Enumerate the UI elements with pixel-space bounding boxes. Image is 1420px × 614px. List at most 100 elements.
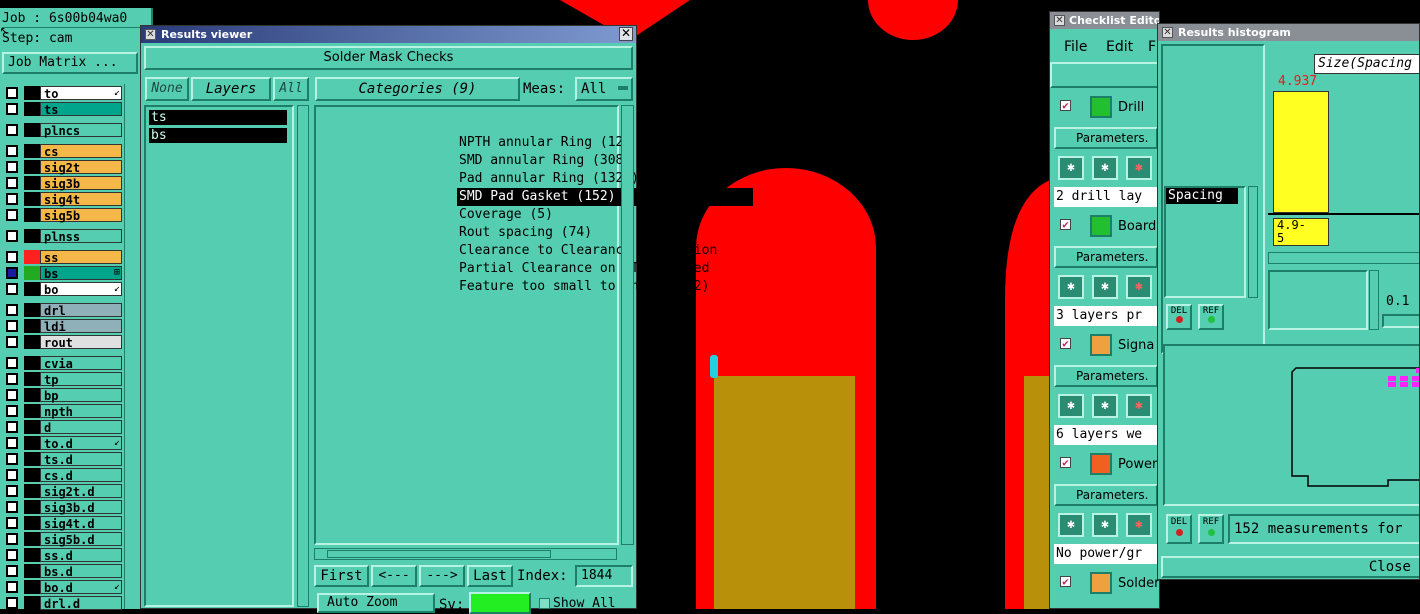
layer-color-swatch[interactable]: [24, 86, 40, 100]
layer-checkbox[interactable]: [6, 453, 18, 465]
layer-row-cs[interactable]: cs: [4, 144, 122, 159]
layer-color-swatch[interactable]: [24, 176, 40, 190]
layer-row-bs-d[interactable]: bs.d: [4, 564, 122, 579]
layer-color-swatch[interactable]: [24, 372, 40, 386]
layer-color-swatch[interactable]: [24, 468, 40, 482]
layer-row-sig2t[interactable]: sig2t: [4, 160, 122, 175]
layer-name[interactable]: sig2t: [40, 160, 122, 175]
run-check-icon[interactable]: ✱: [1058, 156, 1084, 180]
layer-row-sig3b[interactable]: sig3b: [4, 176, 122, 191]
layer-row-sig2t-d[interactable]: sig2t.d: [4, 484, 122, 499]
layer-name[interactable]: ldi: [40, 319, 122, 334]
layer-name[interactable]: sig3b: [40, 176, 122, 191]
layer-row-bo-d[interactable]: bo.d ↙: [4, 580, 122, 595]
layer-name[interactable]: d: [40, 420, 122, 435]
window-menu-icon[interactable]: ✕: [1054, 15, 1065, 26]
layer-row-npth[interactable]: npth: [4, 404, 122, 419]
layer-name[interactable]: sig5b: [40, 208, 122, 223]
category-item[interactable]: SMD annular Ring (308): [457, 152, 753, 170]
layer-color-swatch[interactable]: [24, 420, 40, 434]
layer-row-sig5b[interactable]: sig5b: [4, 208, 122, 223]
check-action-icon[interactable]: [1090, 215, 1112, 237]
layer-name[interactable]: bs: [40, 266, 122, 281]
category-item[interactable]: NPTH annular Ring (12): [457, 134, 753, 152]
type-list[interactable]: [1268, 270, 1368, 330]
layer-checkbox[interactable]: [6, 581, 18, 593]
none-button[interactable]: None: [145, 77, 189, 101]
category-list-scrollbar[interactable]: [621, 105, 634, 545]
scale-slider[interactable]: [1382, 314, 1419, 328]
parameters-button[interactable]: Parameters.: [1054, 484, 1158, 506]
category-hscroll-thumb[interactable]: [327, 550, 551, 558]
layer-row-drl[interactable]: drl: [4, 303, 122, 318]
layer-color-swatch[interactable]: [24, 250, 40, 264]
layer-checkbox[interactable]: [6, 177, 18, 189]
layer-checkbox[interactable]: [6, 533, 18, 545]
layer-name[interactable]: plnss: [40, 229, 122, 244]
close-button[interactable]: Close: [1161, 556, 1419, 578]
layer-row-plnss[interactable]: plnss: [4, 229, 122, 244]
layer-checkbox[interactable]: [6, 251, 18, 263]
layer-checkbox[interactable]: [6, 565, 18, 577]
rv-layer-item-ts[interactable]: ts: [149, 110, 287, 125]
layer-color-swatch[interactable]: [24, 436, 40, 450]
layer-name[interactable]: cs: [40, 144, 122, 159]
category-item[interactable]: Clearance to Clearance Connection: [457, 242, 753, 260]
results-histogram-titlebar[interactable]: ✕ Results histogram: [1158, 24, 1419, 41]
layer-row-cs-d[interactable]: cs.d: [4, 468, 122, 483]
layer-color-swatch[interactable]: [24, 356, 40, 370]
histogram-bar[interactable]: [1273, 91, 1329, 213]
layer-checkbox[interactable]: [6, 437, 18, 449]
check-name[interactable]: Power: [1118, 457, 1157, 472]
category-hscroll[interactable]: [314, 548, 617, 560]
prev-button[interactable]: <---: [371, 565, 417, 587]
menu-edit[interactable]: Edit: [1106, 34, 1133, 60]
layer-checkbox[interactable]: [6, 597, 18, 609]
layer-color-swatch[interactable]: [24, 596, 40, 610]
layer-checkbox[interactable]: [6, 193, 18, 205]
layer-row-sig5b-d[interactable]: sig5b.d: [4, 532, 122, 547]
layer-name[interactable]: cs.d: [40, 468, 122, 483]
window-menu-icon[interactable]: ✕: [145, 29, 156, 40]
layer-color-swatch[interactable]: [24, 532, 40, 546]
layer-select-scrollbar[interactable]: [297, 105, 309, 607]
layer-checkbox[interactable]: [6, 485, 18, 497]
category-item[interactable]: Coverage (5): [457, 206, 753, 224]
layer-color-swatch[interactable]: [24, 548, 40, 562]
layer-row-to[interactable]: to ↙: [4, 86, 122, 101]
layer-name[interactable]: drl: [40, 303, 122, 318]
ref-button[interactable]: REF: [1198, 304, 1224, 330]
run-check-icon[interactable]: ✱: [1126, 156, 1152, 180]
layer-color-swatch[interactable]: [24, 404, 40, 418]
menu-file[interactable]: File: [1064, 34, 1087, 60]
rv-layer-item-bs[interactable]: bs: [149, 128, 287, 143]
layer-checkbox[interactable]: [6, 267, 18, 279]
layer-color-swatch[interactable]: [24, 335, 40, 349]
histogram-hscroll[interactable]: [1268, 252, 1419, 264]
layer-row-bo[interactable]: bo ↙: [4, 282, 122, 297]
layer-row-rout[interactable]: rout: [4, 335, 122, 350]
window-menu-icon[interactable]: ✕: [1162, 27, 1173, 38]
next-button[interactable]: --->: [419, 565, 465, 587]
layer-checkbox[interactable]: [6, 421, 18, 433]
layer-row-to-d[interactable]: to.d ↙: [4, 436, 122, 451]
run-check-icon[interactable]: ✱: [1092, 156, 1118, 180]
run-check-icon[interactable]: ✱: [1126, 394, 1152, 418]
ref-button-bottom[interactable]: REF: [1198, 514, 1224, 544]
layer-checkbox[interactable]: [6, 373, 18, 385]
results-viewer-titlebar[interactable]: ✕ Results viewer ✕: [141, 26, 636, 43]
del-button[interactable]: DEL: [1166, 304, 1192, 330]
layer-name[interactable]: npth: [40, 404, 122, 419]
layer-name[interactable]: sig4t.d: [40, 516, 122, 531]
index-input[interactable]: 1844: [575, 565, 633, 587]
check-enabled-icon[interactable]: ✔: [1060, 338, 1071, 349]
layer-color-swatch[interactable]: [24, 303, 40, 317]
parameters-button[interactable]: Parameters.: [1054, 246, 1158, 268]
check-name[interactable]: Board: [1118, 219, 1156, 234]
check-action-icon[interactable]: [1090, 572, 1112, 594]
close-icon[interactable]: ✕: [619, 27, 633, 41]
layer-row-drl-d[interactable]: drl.d: [4, 596, 122, 611]
layer-checkbox[interactable]: [6, 304, 18, 316]
run-check-icon[interactable]: ✱: [1092, 394, 1118, 418]
layer-name[interactable]: sig4t: [40, 192, 122, 207]
